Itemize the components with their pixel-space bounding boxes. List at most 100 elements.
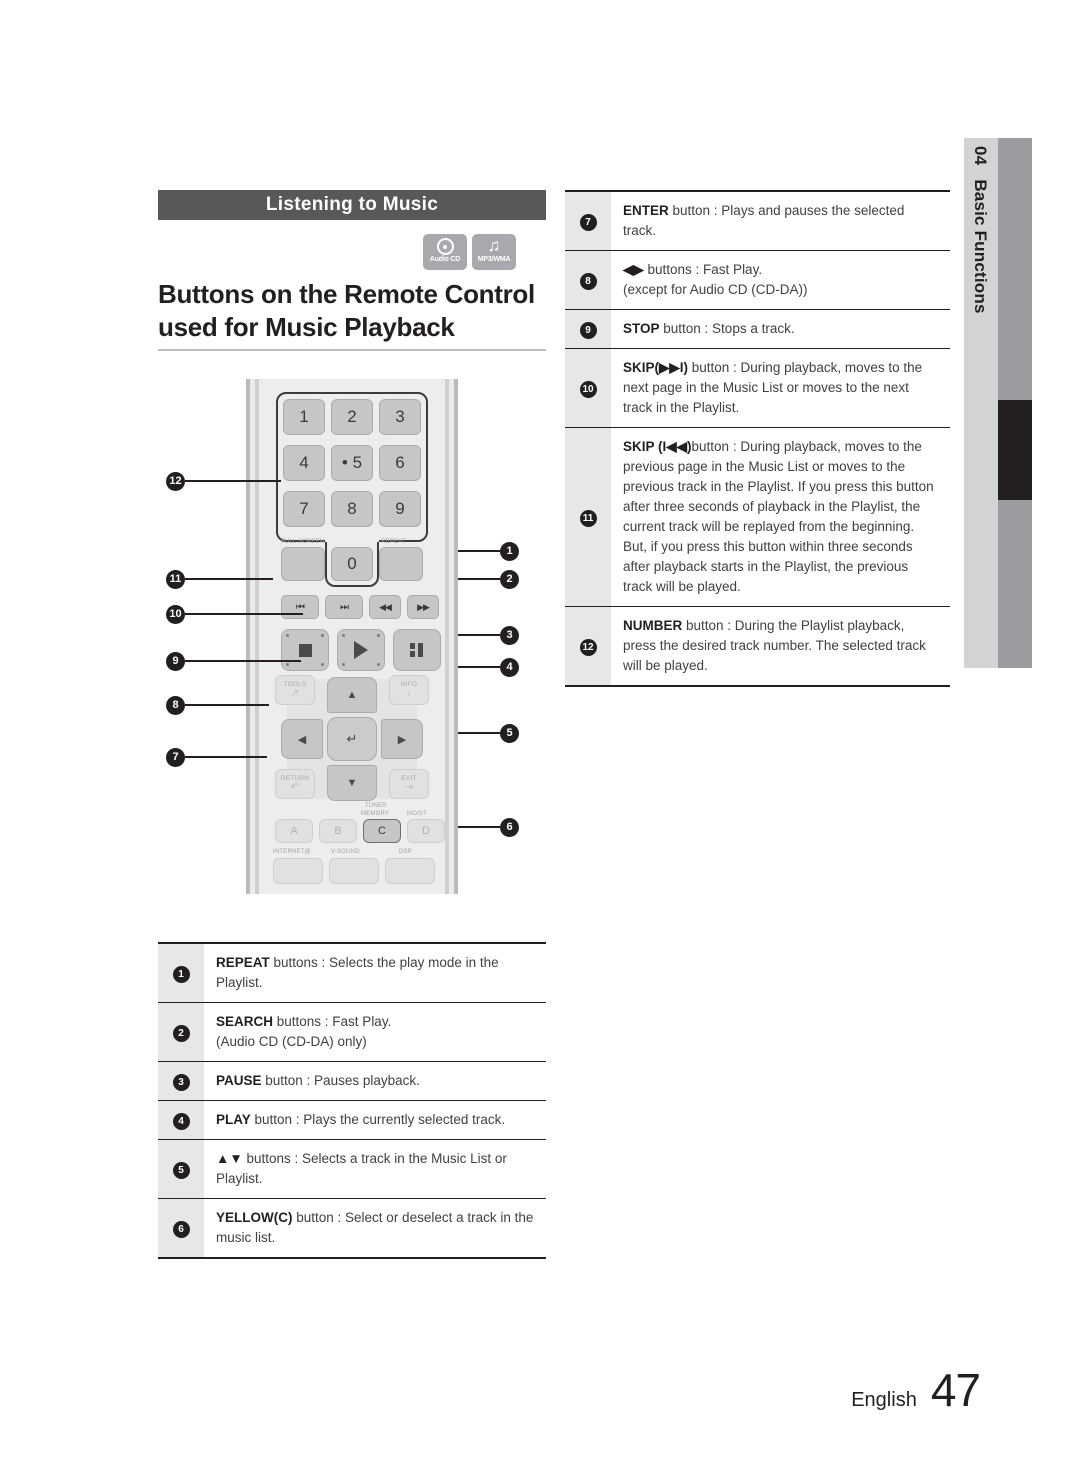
remote-body: 1 2 3 4 • 5 6 7 8 9 FULL SCREEN REPEAT 0… xyxy=(246,379,458,894)
row-button-name: ▲▼ xyxy=(216,1151,243,1166)
row-button-name: STOP xyxy=(623,321,660,336)
key-7[interactable]: 7 xyxy=(283,491,325,527)
fast-forward-button[interactable]: ▶▶ xyxy=(407,595,439,619)
callout-3: 3 xyxy=(458,625,519,645)
table-row: 6 YELLOW(C) button : Select or deselect a… xyxy=(158,1198,546,1258)
row-description-cell: ▲▼ buttons : Selects a track in the Musi… xyxy=(216,1151,507,1186)
dpad-enter-button[interactable]: ↵ xyxy=(327,717,377,761)
side-tab-text-wrap: 04 Basic Functions xyxy=(964,138,998,668)
remote-control-diagram: 1 2 3 4 • 5 6 7 8 9 FULL SCREEN REPEAT 0… xyxy=(158,361,546,896)
music-note-icon: ♫ xyxy=(487,236,501,255)
info-label: INFO xyxy=(400,681,418,688)
exit-label: EXIT xyxy=(401,775,417,782)
row-number-cell: 2 xyxy=(158,1002,204,1062)
key-1[interactable]: 1 xyxy=(283,399,325,435)
row-button-name: PLAY xyxy=(216,1112,251,1127)
page-footer: English 47 xyxy=(851,1363,981,1417)
row-description-cell: YELLOW(C) button : Select or deselect a … xyxy=(216,1210,534,1245)
key-5[interactable]: • 5 xyxy=(331,445,373,481)
label-full-screen: FULL SCREEN xyxy=(281,539,325,545)
row-number-badge: 12 xyxy=(579,638,597,656)
key-2[interactable]: 2 xyxy=(331,399,373,435)
callout-5: 5 xyxy=(458,723,519,743)
dpad-up-button[interactable]: ▲ xyxy=(327,677,377,713)
key-4[interactable]: 4 xyxy=(283,445,325,481)
rewind-button[interactable]: ◀◀ xyxy=(369,595,401,619)
key-0[interactable]: 0 xyxy=(331,547,373,581)
table-row: 5 ▲▼ buttons : Selects a track in the Mus… xyxy=(158,1139,546,1199)
key-8[interactable]: 8 xyxy=(331,491,373,527)
skip-forward-button[interactable]: ⏭ xyxy=(325,595,363,619)
badge-mp3-wma: ♫ MP3/WMA xyxy=(472,234,516,270)
table-row: 3 PAUSE button : Pauses playback. xyxy=(158,1061,546,1101)
callout-6: 6 xyxy=(458,817,519,837)
table-row: 7 ENTER button : Plays and pauses the sel… xyxy=(565,191,950,251)
chapter-title: Basic Functions xyxy=(971,179,990,314)
vsound-button[interactable] xyxy=(329,858,379,884)
key-3[interactable]: 3 xyxy=(379,399,421,435)
full-screen-button[interactable] xyxy=(281,547,325,581)
row-number-cell: 11 xyxy=(565,427,611,607)
title-divider xyxy=(158,349,546,351)
chapter-side-tab: 04 Basic Functions xyxy=(964,138,1032,668)
color-button-d[interactable]: D xyxy=(407,819,445,843)
footer-language: English xyxy=(851,1389,917,1411)
callout-1: 1 xyxy=(458,541,519,561)
pause-button[interactable] xyxy=(393,629,441,671)
row-button-name: ◀▶ xyxy=(623,262,644,277)
label-tuner: TUNER xyxy=(365,803,387,809)
color-button-c[interactable]: C xyxy=(363,819,401,843)
button-description-table-right: 7 ENTER button : Plays and pauses the sel… xyxy=(565,190,950,687)
row-number-cell: 1 xyxy=(158,943,204,1003)
row-button-name: SKIP (I◀◀) xyxy=(623,439,692,454)
dpad-right-button[interactable]: ▶ xyxy=(381,719,423,759)
internet-button[interactable] xyxy=(273,858,323,884)
spec-table-bottom: 1 REPEAT buttons : Selects the play mode … xyxy=(158,942,546,1259)
play-icon xyxy=(354,641,368,659)
row-number-cell: 4 xyxy=(158,1100,204,1140)
row-number-badge: 5 xyxy=(172,1161,190,1179)
row-number-badge: 11 xyxy=(579,509,597,527)
section-banner: Listening to Music xyxy=(158,190,546,220)
footer-page-number: 47 xyxy=(930,1364,981,1416)
row-number-cell: 8 xyxy=(565,250,611,310)
page-title: Buttons on the Remote Control used for M… xyxy=(158,279,535,342)
row-button-name: SEARCH xyxy=(216,1014,274,1029)
tools-button[interactable]: TOOLS ↗ xyxy=(275,675,315,705)
spec-table-right: 7 ENTER button : Plays and pauses the sel… xyxy=(565,190,950,687)
color-button-b[interactable]: B xyxy=(319,819,357,843)
repeat-button[interactable] xyxy=(379,547,423,581)
dpad-left-button[interactable]: ◀ xyxy=(281,719,323,759)
row-description-cell: SEARCH buttons : Fast Play. (Audio CD (CD… xyxy=(216,1014,392,1049)
row-number-badge: 4 xyxy=(172,1112,190,1130)
dsp-button[interactable] xyxy=(385,858,435,884)
color-button-a[interactable]: A xyxy=(275,819,313,843)
label-repeat: REPEAT xyxy=(381,539,406,545)
label-dsp: DSP xyxy=(399,849,412,855)
row-button-name: ENTER xyxy=(623,203,669,218)
row-number-cell: 10 xyxy=(565,348,611,428)
callout-12: 12 xyxy=(166,471,281,491)
key-9[interactable]: 9 xyxy=(379,491,421,527)
return-button[interactable]: RETURN ↶ xyxy=(275,769,315,799)
info-button[interactable]: INFO ↓ xyxy=(389,675,429,705)
dpad-down-button[interactable]: ▼ xyxy=(327,765,377,801)
row-button-name: YELLOW(C) xyxy=(216,1210,293,1225)
play-button[interactable] xyxy=(337,629,385,671)
audio-cd-icon xyxy=(436,238,454,255)
table-row: 10 SKIP(▶▶I) button : During playback, mo… xyxy=(565,348,950,428)
return-icon: ↶ xyxy=(290,782,300,793)
left-column: Listening to Music Audio CD ♫ MP3/WMA Bu… xyxy=(158,190,546,896)
exit-button[interactable]: EXIT ⇥ xyxy=(389,769,429,799)
tools-label: TOOLS xyxy=(283,681,307,688)
callout-2: 2 xyxy=(458,569,519,589)
side-tab-current-marker xyxy=(998,400,1032,500)
callout-8: 8 xyxy=(166,695,269,715)
row-number-cell: 7 xyxy=(565,191,611,251)
row-button-name: REPEAT xyxy=(216,955,270,970)
row-number-badge: 7 xyxy=(579,213,597,231)
row-number-badge: 2 xyxy=(172,1024,190,1042)
row-button-name: PAUSE xyxy=(216,1073,262,1088)
badge-audio-cd: Audio CD xyxy=(423,234,467,270)
key-6[interactable]: 6 xyxy=(379,445,421,481)
